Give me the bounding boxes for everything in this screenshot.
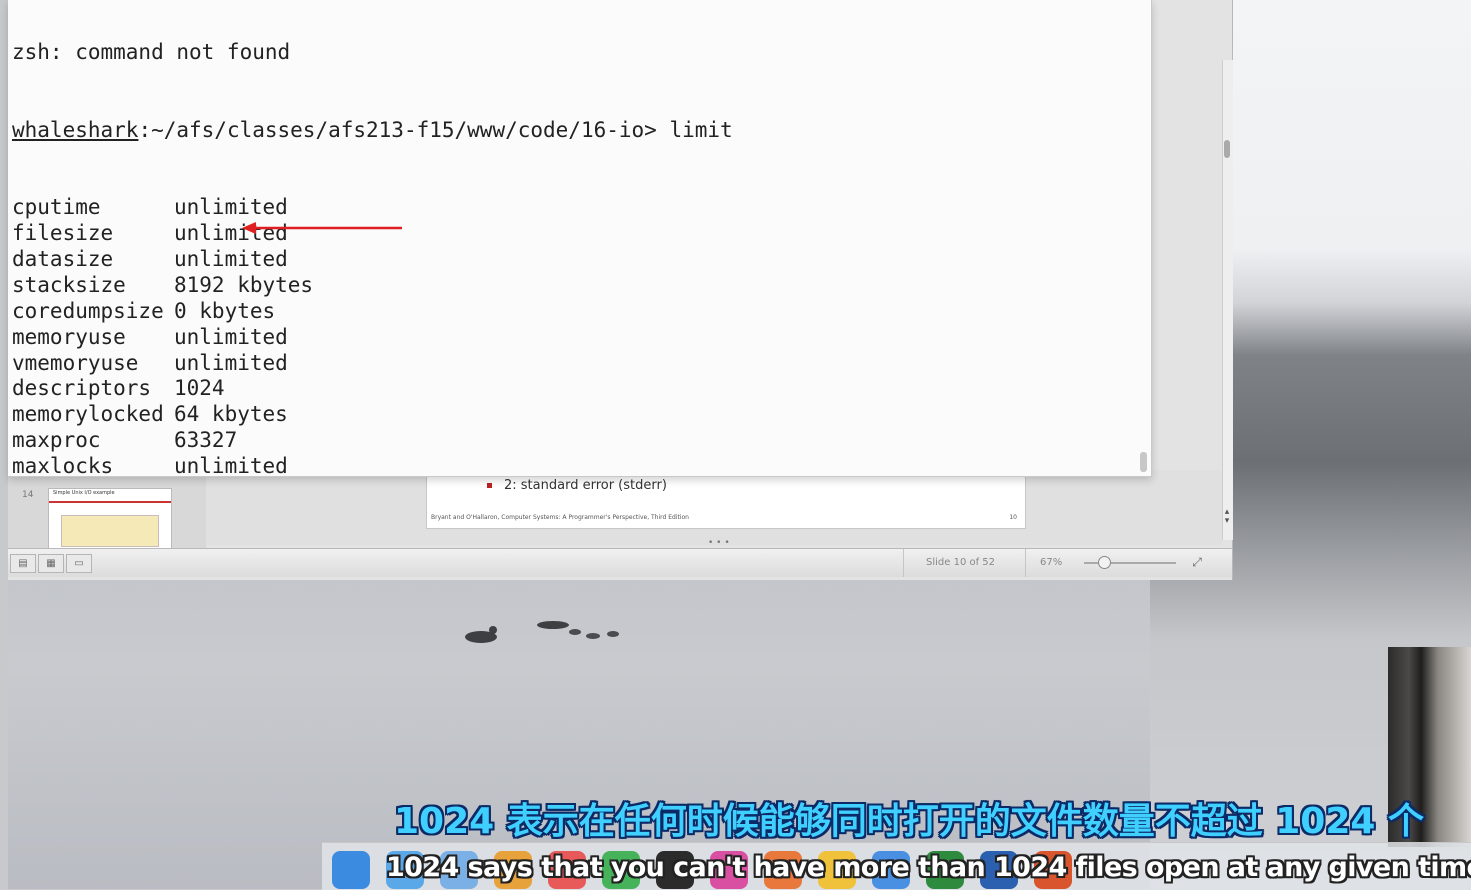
zoom-level: 67% <box>1040 557 1063 568</box>
thumbnail-code-box <box>61 515 159 547</box>
current-slide[interactable]: 2: standard error (stderr) Bryant and O'… <box>426 475 1026 529</box>
prompt-path: :~/afs/classes/afs213-f15/www/code/16-io… <box>138 117 657 142</box>
slide-footer: Bryant and O'Hallaron, Computer Systems:… <box>431 514 689 521</box>
presenter-view-icon[interactable]: ▭ <box>66 554 92 573</box>
limit-value: unlimited <box>174 195 288 220</box>
thumbnail-number: 14 <box>22 490 34 500</box>
slide-sorter-icon[interactable]: ▦ <box>38 554 64 573</box>
desktop-edge <box>0 0 8 889</box>
limit-value: unlimited <box>174 350 288 375</box>
red-arrow-annotation <box>242 222 402 234</box>
limit-key: cputime <box>12 195 101 220</box>
limit-row: vmemoryuse unlimited <box>12 351 733 377</box>
subtitle-english: 1024 says that you can't have more than … <box>386 852 1471 883</box>
slide-bullet-text: 2: standard error (stderr) <box>504 478 667 493</box>
limit-key: stacksize <box>12 272 126 297</box>
slide-thumbnail-pane[interactable]: 14 Simple Unix I/O example <box>8 470 206 550</box>
limit-value: 63327 <box>174 428 238 453</box>
limit-row: descriptors 1024 <box>12 376 733 402</box>
thumbnail-title: Simple Unix I/O example <box>49 489 171 503</box>
zoom-slider-knob[interactable] <box>1098 556 1111 569</box>
limit-value: unlimited <box>174 454 288 477</box>
limits-list: cputime unlimited filesize unlimited datasiz… <box>12 195 733 477</box>
limit-value: unlimited <box>174 247 288 271</box>
limit-row: stacksize 8192 kbytes <box>12 273 733 299</box>
limit-row: maxlocks unlimited <box>12 454 733 477</box>
limit-key: coredumpsize <box>12 298 164 323</box>
status-bar: ▤ ▦ ▭ Slide 10 of 52 67% ⤢ <box>8 548 1232 577</box>
status-divider <box>1025 549 1026 577</box>
limit-row: datasize unlimited <box>12 247 733 273</box>
limit-key: maxproc <box>12 428 101 453</box>
terminal-scrollbar-thumb[interactable] <box>1140 452 1147 472</box>
limit-row: memorylocked 64 kbytes <box>12 402 733 428</box>
slide-page-number: 10 <box>1009 514 1017 521</box>
slide-thumbnail[interactable]: Simple Unix I/O example <box>48 488 172 550</box>
limit-key: datasize <box>12 247 114 271</box>
fit-to-window-icon[interactable]: ⤢ <box>1188 554 1206 570</box>
limit-row: memoryuse unlimited <box>12 325 733 351</box>
wallpaper-birds <box>465 621 619 643</box>
terminal-output: zsh: command not found whaleshark:~/afs/… <box>12 0 733 477</box>
terminal-partial-line: zsh: command not found <box>12 39 291 64</box>
limit-key: memoryuse <box>12 324 126 349</box>
finder-icon[interactable] <box>332 851 370 889</box>
limit-row: maxproc 63327 <box>12 428 733 454</box>
limit-row: coredumpsize 0 kbytes <box>12 299 733 325</box>
limit-key: filesize <box>12 221 114 246</box>
slide-bullet: 2: standard error (stderr) <box>487 478 667 493</box>
slide-counter: Slide 10 of 52 <box>926 557 996 568</box>
drag-handle-icon[interactable]: • • • <box>708 538 730 548</box>
scrollbar-thumb[interactable] <box>1224 140 1230 158</box>
limit-value: 1024 <box>174 376 225 401</box>
scroll-arrows-icon[interactable]: ▴ ▾ <box>1222 508 1232 526</box>
limit-value: 64 kbytes <box>174 402 288 427</box>
vertical-scrollbar[interactable] <box>1222 60 1233 540</box>
status-divider <box>903 549 904 577</box>
limit-key: memorylocked <box>12 402 164 427</box>
terminal-window[interactable]: zsh: command not found whaleshark:~/afs/… <box>8 0 1152 477</box>
limit-key: vmemoryuse <box>12 350 139 375</box>
normal-view-icon[interactable]: ▤ <box>10 554 36 573</box>
terminal-prompt-line: whaleshark:~/afs/classes/afs213-f15/www/… <box>12 118 733 144</box>
limit-row: cputime unlimited <box>12 195 733 221</box>
command-text: limit <box>669 117 733 142</box>
limit-value: unlimited <box>174 324 288 349</box>
subtitle-chinese: 1024 表示在任何时候能够同时打开的文件数量不超过 1024 个 <box>394 801 1424 842</box>
limit-key: maxlocks <box>12 454 114 477</box>
prompt-host: whaleshark <box>12 117 139 142</box>
limit-key: descriptors <box>12 376 152 401</box>
limit-value: 8192 kbytes <box>174 272 314 297</box>
limit-value: 0 kbytes <box>174 298 276 323</box>
